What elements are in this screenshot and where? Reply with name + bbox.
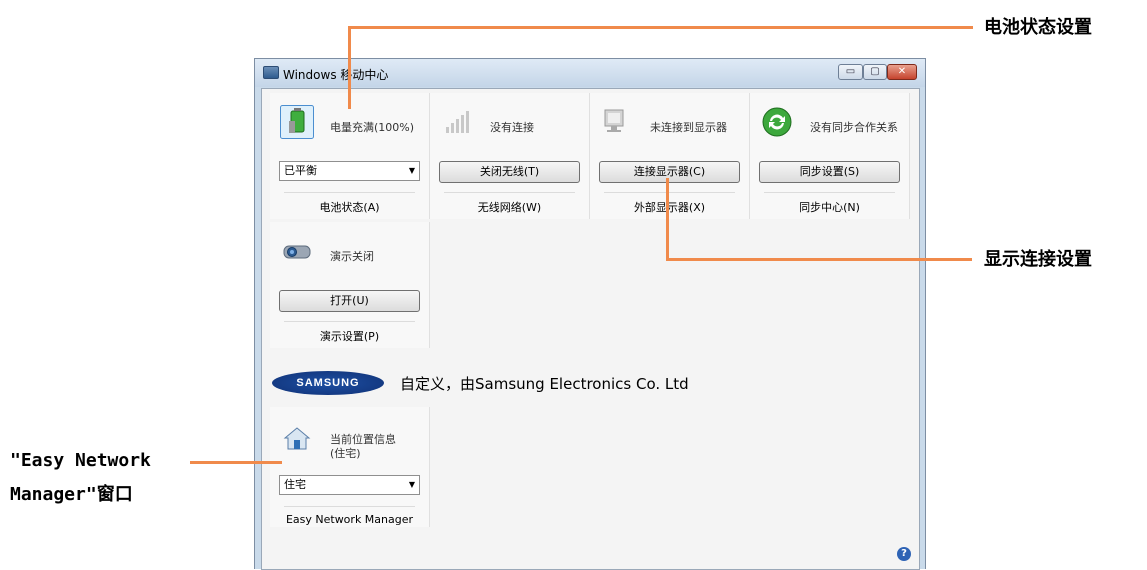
sync-icon[interactable] [760, 105, 794, 139]
display-status-label: 未连接到显示器 [650, 121, 727, 134]
wireless-status-label: 没有连接 [490, 121, 534, 134]
divider [444, 192, 575, 193]
tile-easy-network-manager: 当前位置信息 (住宅) 住宅 ▼ Easy Network Manager [270, 407, 430, 527]
battery-status-label: 电量充满(100%) [330, 121, 415, 134]
tile-external-display: 未连接到显示器 连接显示器(C) 外部显示器(X) [590, 93, 750, 219]
divider [284, 321, 415, 322]
connect-display-button[interactable]: 连接显示器(C) [599, 161, 740, 183]
battery-callout-line-horizontal [348, 26, 973, 29]
divider [764, 192, 895, 193]
enm-callout-label-line2: Manager"窗口 [10, 484, 133, 505]
monitor-icon[interactable] [600, 105, 634, 139]
turn-on-presentation-button[interactable]: 打开(U) [279, 290, 420, 312]
wireless-tile-title[interactable]: 无线网络(W) [430, 199, 589, 215]
location-select[interactable]: 住宅 ▼ [279, 475, 420, 495]
tile-presentation: 演示关闭 打开(U) 演示设置(P) [270, 222, 430, 348]
samsung-logo: SAMSUNG [272, 371, 384, 395]
tile-wireless: 没有连接 关闭无线(T) 无线网络(W) [430, 93, 590, 219]
minimize-icon: ▭ [845, 66, 856, 77]
turn-off-wireless-button[interactable]: 关闭无线(T) [439, 161, 580, 183]
sync-tile-title[interactable]: 同步中心(N) [750, 199, 909, 215]
tile-sync-center: 没有同步合作关系 同步设置(S) 同步中心(N) [750, 93, 910, 219]
sync-status-label: 没有同步合作关系 [810, 121, 898, 134]
location-value: 住宅 [284, 478, 306, 491]
presentation-status-label: 演示关闭 [330, 250, 374, 263]
display-callout-line-vertical [666, 178, 669, 259]
display-tile-title[interactable]: 外部显示器(X) [590, 199, 749, 215]
battery-tile-title[interactable]: 电池状态(A) [270, 199, 429, 215]
projector-icon[interactable] [280, 234, 314, 268]
sync-settings-button[interactable]: 同步设置(S) [759, 161, 900, 183]
home-location-icon[interactable] [280, 421, 314, 455]
divider [284, 506, 415, 507]
battery-callout-line-vertical [348, 27, 351, 109]
divider [604, 192, 735, 193]
enm-callout-label-line1: "Easy Network [10, 450, 151, 471]
display-callout-line-horizontal [666, 258, 972, 261]
customized-by-text: 自定义，由Samsung Electronics Co. Ltd [400, 375, 689, 393]
tile-battery: 电量充满(100%) 已平衡 ▼ 电池状态(A) [270, 93, 430, 219]
battery-plug-icon[interactable] [280, 105, 314, 139]
battery-callout-label: 电池状态设置 [984, 17, 1092, 38]
location-label-line1: 当前位置信息 [330, 433, 396, 446]
title-bar[interactable]: Windows 移动中心 ▭ ▢ ✕ [255, 59, 925, 87]
divider [284, 192, 415, 193]
maximize-icon: ▢ [870, 66, 880, 77]
location-status-label: 当前位置信息 (住宅) [330, 433, 396, 461]
location-label-line2: (住宅) [330, 447, 361, 460]
window-title: Windows 移动中心 [283, 68, 389, 82]
signal-bars-icon[interactable] [440, 105, 474, 139]
display-callout-label: 显示连接设置 [984, 249, 1092, 270]
dropdown-arrow-icon: ▼ [408, 480, 415, 489]
mobility-center-icon [263, 66, 279, 79]
enm-tile-title[interactable]: Easy Network Manager [270, 513, 429, 526]
close-button[interactable]: ✕ [887, 64, 917, 80]
close-icon: ✕ [897, 66, 907, 77]
minimize-button[interactable]: ▭ [838, 64, 863, 80]
power-plan-value: 已平衡 [284, 164, 317, 177]
enm-callout-line [190, 461, 282, 464]
help-icon[interactable]: ? [897, 547, 911, 561]
mobility-center-window: Windows 移动中心 ▭ ▢ ✕ 电量充满(100%) 已平衡 ▼ 电池状态… [254, 58, 926, 570]
power-plan-select[interactable]: 已平衡 ▼ [279, 161, 420, 181]
maximize-button[interactable]: ▢ [863, 64, 887, 80]
client-area: 电量充满(100%) 已平衡 ▼ 电池状态(A) 没有连接 关闭无线(T) 无线… [261, 88, 920, 570]
presentation-tile-title[interactable]: 演示设置(P) [270, 328, 429, 344]
dropdown-arrow-icon: ▼ [408, 166, 415, 175]
